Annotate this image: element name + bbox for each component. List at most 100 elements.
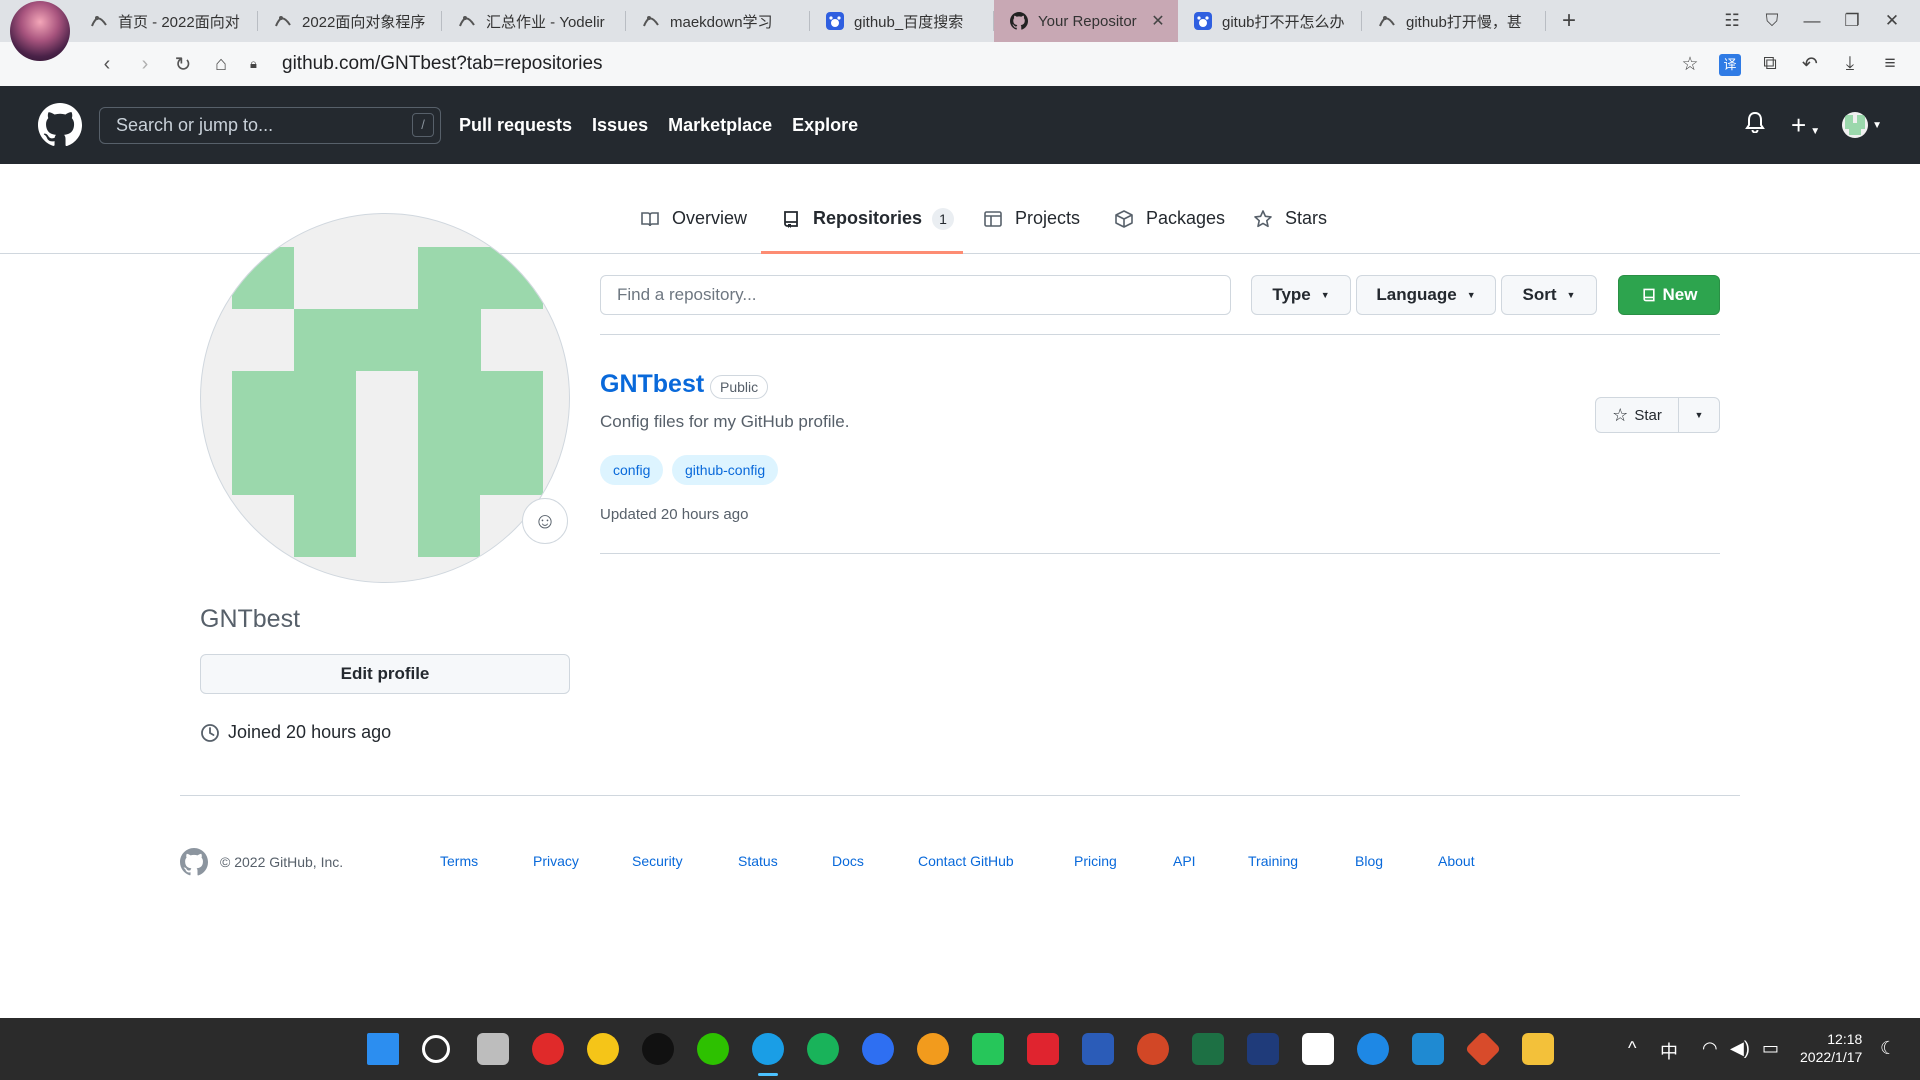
browser-tab[interactable]: 2022面向对象程序: [258, 0, 442, 42]
battery-icon[interactable]: ▭: [1762, 1038, 1779, 1059]
wifi-icon[interactable]: ◠: [1702, 1038, 1718, 1059]
footer-link-docs[interactable]: Docs: [832, 853, 864, 869]
topic-tag-config[interactable]: config: [600, 455, 664, 485]
footer-link-training[interactable]: Training: [1248, 853, 1298, 869]
new-tab-button[interactable]: +: [1546, 0, 1592, 42]
ime-indicator[interactable]: 中: [1660, 1038, 1678, 1064]
youdao-dict-icon[interactable]: [1027, 1033, 1059, 1065]
footer-link-pricing[interactable]: Pricing: [1074, 853, 1117, 869]
repo-name-link[interactable]: GNTbest: [600, 370, 704, 399]
create-new-plus-icon[interactable]: + ▼: [1791, 110, 1820, 141]
bookmark-star-icon[interactable]: ☆: [1670, 53, 1710, 76]
footer-link-status[interactable]: Status: [738, 853, 778, 869]
undo-icon[interactable]: ↶: [1790, 53, 1830, 76]
qq-icon[interactable]: [642, 1033, 674, 1065]
volume-icon[interactable]: ◀): [1730, 1038, 1750, 1059]
footer-link-blog[interactable]: Blog: [1355, 853, 1383, 869]
tab-packages[interactable]: Packages: [1114, 208, 1225, 254]
netease-music-icon[interactable]: [532, 1033, 564, 1065]
search-icon[interactable]: [422, 1035, 450, 1063]
find-repository-input[interactable]: [600, 275, 1231, 315]
extensions-icon[interactable]: ⧉: [1750, 53, 1790, 75]
browser-profile-avatar[interactable]: [0, 0, 74, 61]
file-explorer-icon[interactable]: [1522, 1033, 1554, 1065]
reload-icon[interactable]: ↻: [164, 52, 202, 77]
browser-tab[interactable]: github_百度搜索: [810, 0, 994, 42]
type-filter-button[interactable]: Type ▼: [1251, 275, 1351, 315]
windows-start-icon[interactable]: [367, 1033, 399, 1065]
tab-stars[interactable]: Stars: [1253, 208, 1327, 254]
nav-explore[interactable]: Explore: [792, 115, 858, 136]
close-window-icon[interactable]: ✕: [1872, 11, 1912, 31]
github-mark-icon[interactable]: [180, 848, 209, 876]
back-icon[interactable]: ‹: [88, 53, 126, 76]
nav-issues[interactable]: Issues: [592, 115, 648, 136]
excel-icon[interactable]: [1192, 1033, 1224, 1065]
browser-tab[interactable]: gitub打不开怎么办: [1178, 0, 1362, 42]
moon-focus-icon[interactable]: ☾: [1880, 1038, 1896, 1059]
collections-icon[interactable]: ☷: [1712, 11, 1752, 31]
avatar-caret-icon[interactable]: ▼: [1872, 120, 1882, 131]
nav-pull-requests[interactable]: Pull requests: [459, 115, 572, 136]
yuque-icon: [274, 12, 292, 30]
star-button[interactable]: ☆ Star: [1596, 398, 1679, 432]
footer-link-api[interactable]: API: [1173, 853, 1196, 869]
baidu-netdisk-icon[interactable]: [1302, 1033, 1334, 1065]
edit-profile-button[interactable]: Edit profile: [200, 654, 570, 694]
footer-link-security[interactable]: Security: [632, 853, 683, 869]
word-icon[interactable]: [1082, 1033, 1114, 1065]
browser-tab[interactable]: 汇总作业 - Yodelir: [442, 0, 626, 42]
tab-projects[interactable]: Projects: [983, 208, 1080, 254]
notifications-bell-icon[interactable]: [1745, 111, 1765, 139]
browser-tab-active[interactable]: Your Repositor ✕: [994, 0, 1178, 42]
browser-app-icon[interactable]: [587, 1033, 619, 1065]
video-app-icon[interactable]: [917, 1033, 949, 1065]
dev-cpp-icon[interactable]: [1247, 1033, 1279, 1065]
lark-icon[interactable]: [862, 1033, 894, 1065]
new-repository-button[interactable]: New: [1618, 275, 1720, 315]
profile-avatar[interactable]: [200, 213, 570, 583]
sort-filter-button[interactable]: Sort ▼: [1501, 275, 1597, 315]
minimize-icon[interactable]: —: [1792, 11, 1832, 31]
vscode-icon[interactable]: [1412, 1033, 1444, 1065]
global-search-input[interactable]: Search or jump to... /: [99, 106, 441, 144]
footer-link-terms[interactable]: Terms: [440, 853, 478, 869]
tab-overview[interactable]: Overview: [640, 208, 747, 254]
task-view-icon[interactable]: [477, 1033, 509, 1065]
language-filter-button[interactable]: Language ▼: [1356, 275, 1496, 315]
clock-datetime[interactable]: 12:18 2022/1/17: [1800, 1030, 1862, 1066]
translate-icon[interactable]: 译: [1710, 53, 1750, 76]
header-nav: Pull requests Issues Marketplace Explore: [459, 115, 878, 136]
topic-tag-github-config[interactable]: github-config: [672, 455, 779, 485]
git-icon[interactable]: [1464, 1030, 1502, 1068]
tray-chevron-up-icon[interactable]: ^: [1628, 1038, 1636, 1059]
menu-icon[interactable]: ≡: [1870, 53, 1910, 75]
tab-repositories[interactable]: Repositories 1: [761, 208, 963, 254]
star-lists-dropdown[interactable]: ▼: [1679, 398, 1719, 432]
active-browser-icon[interactable]: [752, 1033, 784, 1065]
wechat-icon[interactable]: [697, 1033, 729, 1065]
browser-tab[interactable]: maekdown学习: [626, 0, 810, 42]
powerpoint-icon[interactable]: [1137, 1033, 1169, 1065]
repo-icon: [1641, 287, 1657, 303]
media-player-icon[interactable]: [972, 1033, 1004, 1065]
messages-app-icon[interactable]: [807, 1033, 839, 1065]
restore-icon[interactable]: ❐: [1832, 11, 1872, 31]
feishu-icon[interactable]: [1357, 1033, 1389, 1065]
browser-tab[interactable]: 首页 - 2022面向对: [74, 0, 258, 42]
chevron-down-icon: ▼: [1466, 290, 1476, 300]
user-avatar-menu[interactable]: [1842, 112, 1869, 138]
nav-marketplace[interactable]: Marketplace: [668, 115, 772, 136]
footer-link-privacy[interactable]: Privacy: [533, 853, 579, 869]
shirt-skin-icon[interactable]: ⛉: [1752, 11, 1792, 31]
browser-tab[interactable]: github打开慢，甚: [1362, 0, 1546, 42]
download-icon[interactable]: ⤓: [1830, 53, 1870, 75]
forward-icon[interactable]: ›: [126, 53, 164, 76]
home-icon[interactable]: ⌂: [202, 53, 240, 76]
address-input[interactable]: 🔒︎ github.com/GNTbest?tab=repositories: [250, 48, 1670, 80]
footer-link-about[interactable]: About: [1438, 853, 1475, 869]
set-status-smiley-icon[interactable]: ☺: [522, 498, 568, 544]
github-logo-icon[interactable]: [38, 103, 83, 147]
footer-link-contact[interactable]: Contact GitHub: [918, 853, 1014, 869]
close-tab-icon[interactable]: ✕: [1150, 11, 1166, 31]
